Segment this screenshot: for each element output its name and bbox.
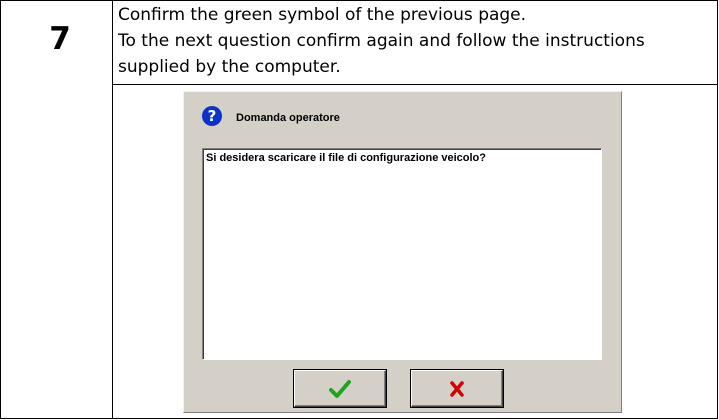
green-checkmark-icon: [329, 379, 351, 398]
question-icon: ?: [202, 106, 222, 126]
cancel-button[interactable]: [411, 370, 503, 407]
step-number: 7: [49, 21, 71, 57]
operator-question-dialog: ? Domanda operatore Si desidera scaricar…: [183, 91, 622, 413]
row-divider: [112, 84, 717, 85]
instruction-line: supplied by the computer.: [118, 57, 341, 77]
dialog-message: Si desidera scaricare il file di configu…: [206, 152, 486, 164]
dialog-title: Domanda operatore: [236, 112, 340, 124]
red-x-icon: [450, 380, 464, 397]
step-instructions: Confirm the green symbol of the previous…: [118, 2, 713, 80]
confirm-button[interactable]: [294, 370, 386, 407]
instruction-line: To the next question confirm again and f…: [118, 31, 645, 51]
column-divider: [112, 1, 113, 418]
instruction-line: Confirm the green symbol of the previous…: [118, 5, 527, 25]
message-box: Si desidera scaricare il file di configu…: [202, 148, 602, 360]
